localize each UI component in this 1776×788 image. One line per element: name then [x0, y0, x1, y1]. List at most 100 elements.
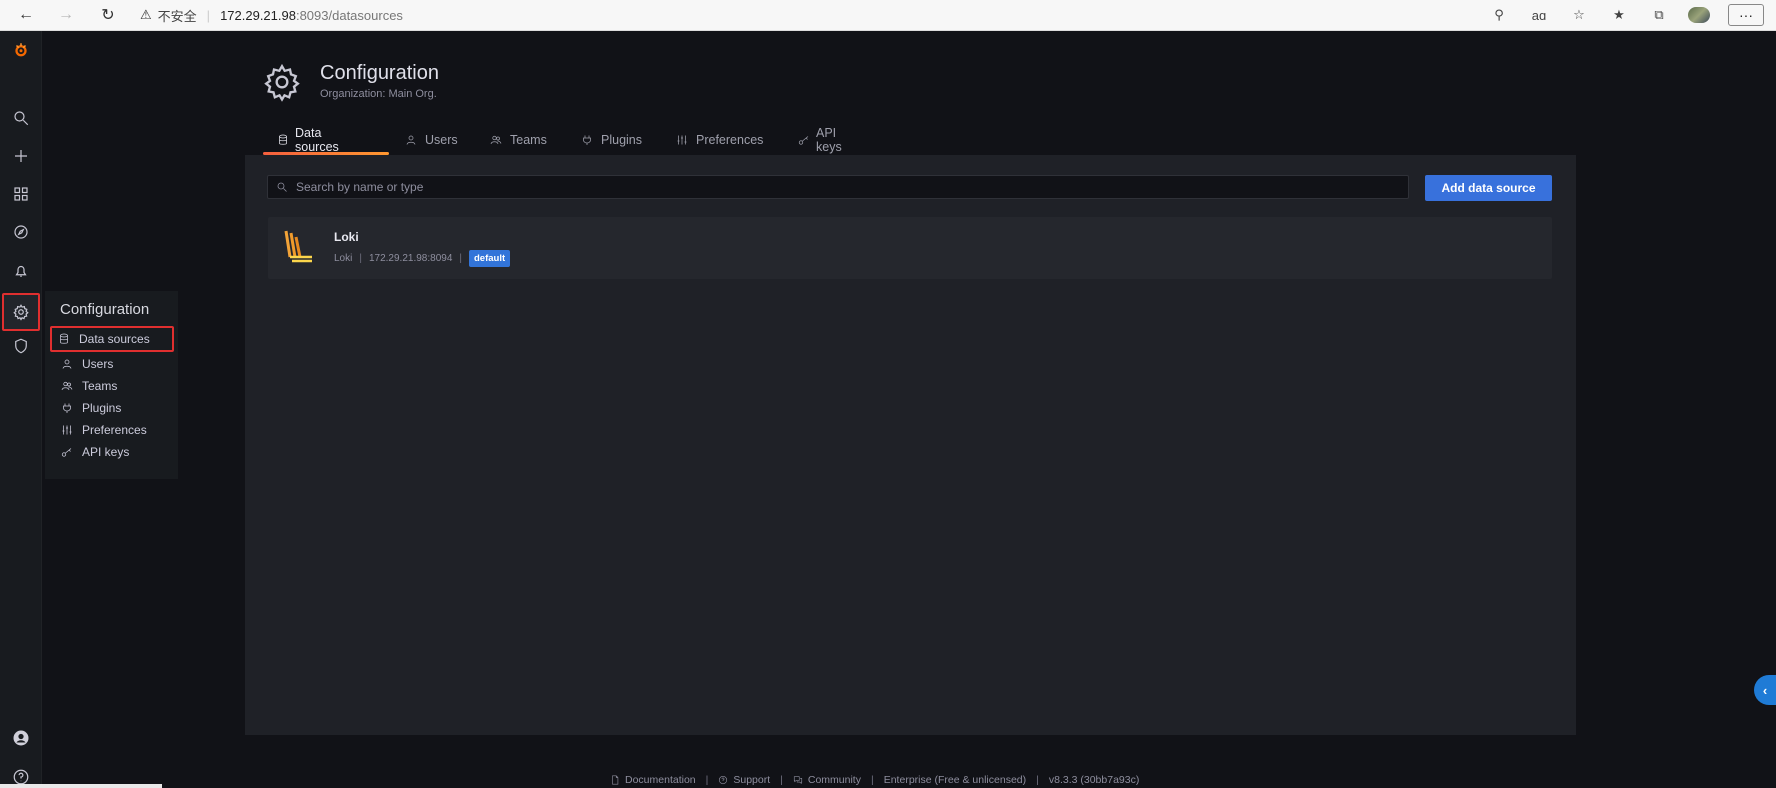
datasource-type: Loki [334, 253, 353, 264]
grafana-logo-icon[interactable] [10, 39, 32, 61]
footer-support-link[interactable]: Support [718, 774, 770, 786]
dashboards-icon[interactable] [10, 183, 32, 205]
collections-icon[interactable]: ⧉ [1648, 3, 1670, 27]
tab-api-keys[interactable]: API keys [798, 126, 844, 154]
flyout-item-label: Teams [82, 379, 118, 393]
warning-icon: ⚠ [140, 7, 152, 22]
sliders-icon [60, 423, 74, 437]
footer-community-link[interactable]: Community [793, 774, 861, 786]
tab-label: Users [425, 133, 458, 147]
user-avatar-icon[interactable] [10, 727, 32, 749]
read-aloud-icon[interactable]: aɑ [1528, 3, 1550, 27]
footer-separator: | [870, 774, 874, 786]
search-icon [276, 180, 290, 194]
forward-icon[interactable]: → [55, 4, 77, 26]
browser-toolbar: ← → ↻ ⚠ 不安全 | 172.29.21.98 :8093/datasou… [0, 0, 1776, 31]
flyout-item-label: Plugins [82, 401, 122, 415]
footer-version: v8.3.3 (30bb7a93c) [1048, 774, 1140, 786]
database-icon [277, 133, 289, 147]
flyout-item-api-keys[interactable]: API keys [55, 441, 175, 463]
tab-plugins[interactable]: Plugins [581, 126, 642, 154]
plug-icon [581, 133, 595, 147]
security-label: 不安全 [157, 8, 197, 24]
key-icon [60, 445, 74, 459]
plug-icon [60, 401, 74, 415]
bottom-status-strip [0, 784, 162, 788]
tab-users[interactable]: Users [405, 126, 458, 154]
users-icon [60, 379, 74, 393]
footer-edition[interactable]: Enterprise (Free & unlicensed) [884, 774, 1026, 786]
search-icon[interactable] [10, 107, 32, 129]
footer-support-label: Support [733, 774, 771, 786]
database-icon [57, 332, 71, 346]
footer-separator: | [705, 774, 709, 786]
default-badge: default [469, 250, 511, 267]
meta-separator: | [359, 253, 362, 264]
search-input[interactable]: Search by name or type [267, 175, 1409, 199]
footer-community-label: Community [807, 774, 861, 786]
favorite-add-icon[interactable]: ☆ [1568, 3, 1590, 27]
flyout-item-label: Preferences [82, 423, 147, 437]
flyout-item-data-sources[interactable]: Data sources [50, 326, 174, 352]
plus-icon[interactable] [10, 145, 32, 167]
profile-avatar[interactable] [1688, 7, 1710, 23]
datasource-meta: Loki | 172.29.21.98:8094 | default [334, 250, 511, 267]
users-icon [490, 133, 504, 147]
reload-icon[interactable]: ↻ [97, 4, 119, 26]
datasource-url: 172.29.21.98:8094 [368, 253, 453, 264]
flyout-item-plugins[interactable]: Plugins [55, 397, 175, 419]
sliders-icon [676, 133, 690, 147]
back-icon[interactable]: ← [15, 4, 37, 26]
gear-icon [262, 62, 302, 102]
question-circle-icon [719, 775, 728, 785]
footer-documentation-link[interactable]: Documentation [610, 774, 696, 786]
address-bar[interactable]: ⚠ 不安全 | 172.29.21.98 :8093/datasources [140, 4, 403, 26]
url-path: :8093/datasources [295, 7, 403, 23]
address-separator: | [206, 7, 211, 23]
meta-separator: | [459, 253, 462, 264]
flyout-item-label: Data sources [79, 332, 150, 346]
footer-separator: | [780, 774, 783, 786]
flyout-item-label: API keys [82, 445, 130, 459]
browser-actions: ⚲ aɑ ☆ ★ ⧉ ··· [1488, 3, 1764, 27]
datasource-name: Loki [334, 230, 359, 244]
loki-logo-icon [282, 229, 314, 265]
tab-data-sources[interactable]: Data sources [277, 126, 341, 154]
add-data-source-button[interactable]: Add data source [1425, 175, 1552, 201]
footer-separator: | [1036, 774, 1039, 786]
bell-icon[interactable] [10, 260, 32, 282]
sidemenu [0, 31, 42, 788]
flyout-item-label: Users [82, 357, 114, 371]
compass-icon[interactable] [10, 221, 32, 243]
page-title: Configuration [320, 62, 439, 84]
tab-label: Preferences [696, 133, 764, 147]
datasources-panel: Search by name or type Add data source L… [245, 155, 1576, 735]
configuration-flyout-menu: Configuration Data sources Users Teams P… [45, 291, 178, 479]
key-icon[interactable]: ⚲ [1488, 3, 1510, 27]
more-button[interactable]: ··· [1728, 4, 1764, 26]
document-icon [612, 775, 619, 785]
footer-documentation-label: Documentation [625, 774, 696, 786]
tab-preferences[interactable]: Preferences [676, 126, 763, 154]
flyout-item-preferences[interactable]: Preferences [55, 419, 175, 441]
flyout-item-teams[interactable]: Teams [55, 375, 175, 397]
comments-icon [793, 776, 802, 784]
tab-label: Data sources [295, 126, 339, 154]
flyout-item-users[interactable]: Users [55, 353, 175, 375]
shield-icon[interactable] [10, 335, 32, 357]
user-icon [60, 357, 74, 371]
chevron-left-icon[interactable]: ‹ [1754, 675, 1776, 705]
flyout-title[interactable]: Configuration [60, 301, 149, 318]
tab-label: API keys [816, 126, 842, 154]
tab-teams[interactable]: Teams [490, 126, 547, 154]
page-subtitle: Organization: Main Org. [320, 88, 437, 100]
datasource-card[interactable]: Loki Loki | 172.29.21.98:8094 | default [268, 217, 1552, 279]
favorites-icon[interactable]: ★ [1608, 3, 1630, 27]
gear-icon[interactable] [2, 293, 40, 331]
search-placeholder: Search by name or type [296, 180, 424, 194]
tab-label: Teams [510, 133, 547, 147]
key-icon [798, 133, 810, 147]
footer: Documentation | Support | Community | En… [610, 773, 1139, 787]
tab-label: Plugins [601, 133, 642, 147]
url-host: 172.29.21.98 [220, 7, 296, 23]
